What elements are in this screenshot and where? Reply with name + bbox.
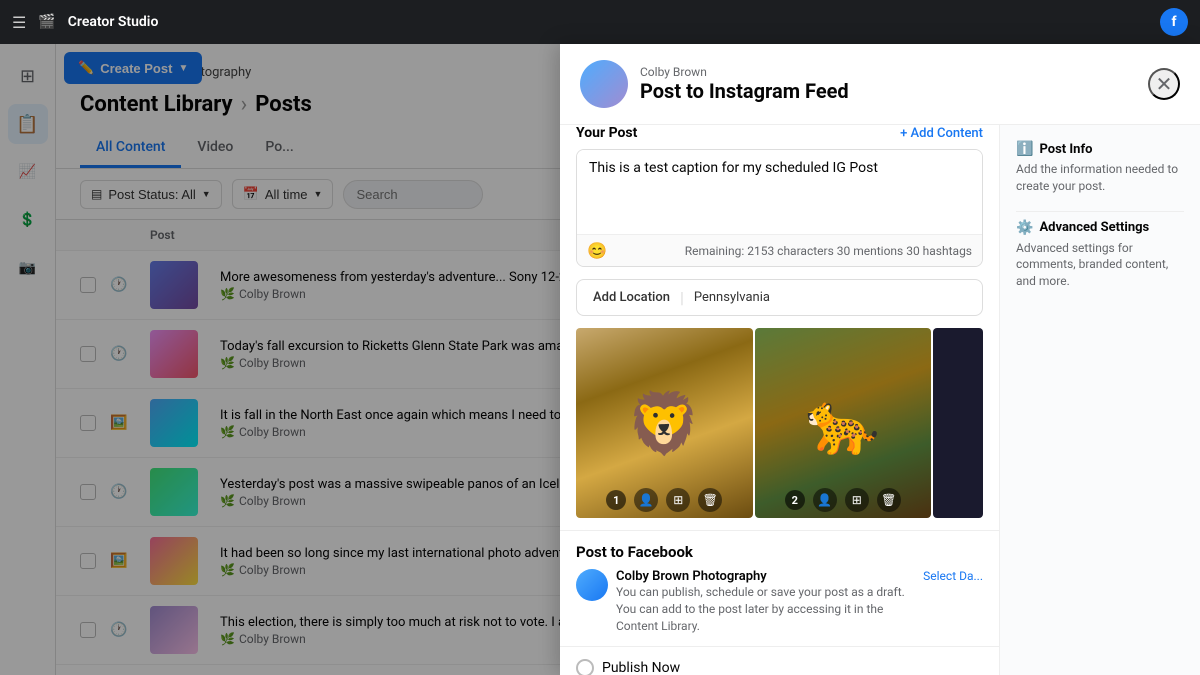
dark-image — [933, 328, 983, 518]
gallery-delete-btn-1[interactable]: 🗑 — [698, 488, 722, 512]
caption-textarea[interactable]: This is a test caption for my scheduled … — [577, 150, 982, 230]
gallery-person-btn-1[interactable]: 👤 — [634, 488, 658, 512]
top-navigation: ☰ 🎬 Creator Studio f — [0, 0, 1200, 44]
fb-page-name: Colby Brown Photography — [616, 569, 915, 584]
hamburger-icon[interactable]: ☰ — [12, 13, 26, 32]
gallery-item-2[interactable]: 2 👤 ⊞ 🗑 — [755, 328, 932, 518]
location-row[interactable]: Add Location | Pennsylvania — [576, 279, 983, 316]
modal-main-content: Your Post + Add Content This is a test c… — [560, 125, 1000, 675]
advanced-settings-header: ⚙️ Advanced Settings — [1016, 220, 1184, 236]
post-info-panel: ℹ️ Post Info Add the information needed … — [1016, 141, 1184, 195]
modal-close-button[interactable]: ✕ — [1148, 68, 1180, 100]
caption-box: This is a test caption for my scheduled … — [576, 149, 983, 267]
post-info-title: Post Info — [1039, 142, 1092, 157]
modal-user-avatar — [580, 60, 628, 108]
fb-icon[interactable]: f — [1160, 8, 1188, 36]
advanced-title: Advanced Settings — [1039, 220, 1149, 235]
gallery-controls-2: 2 👤 ⊞ 🗑 — [755, 488, 932, 512]
gallery-number-1: 1 — [606, 490, 626, 510]
fb-account-row: Colby Brown Photography You can publish,… — [576, 569, 983, 634]
modal-user-name: Colby Brown — [640, 65, 1136, 79]
app-title: Creator Studio — [68, 14, 159, 30]
gallery-item-1[interactable]: 1 👤 ⊞ 🗑 — [576, 328, 753, 518]
your-post-label: Your Post — [576, 125, 637, 141]
post-modal: Colby Brown Post to Instagram Feed ✕ You… — [560, 44, 1200, 675]
location-separator: | — [680, 288, 684, 307]
caption-footer: 😊 Remaining: 2153 characters 30 mentions… — [577, 234, 982, 266]
modal-body: Your Post + Add Content This is a test c… — [560, 125, 1200, 675]
app-logo: 🎬 — [38, 14, 55, 30]
close-icon: ✕ — [1156, 72, 1173, 97]
modal-right-panel: ℹ️ Post Info Add the information needed … — [1000, 125, 1200, 675]
fb-section-title: Post to Facebook — [576, 543, 983, 561]
gallery-crop-btn-2[interactable]: ⊞ — [845, 488, 869, 512]
publish-now-option[interactable]: Publish Now — [576, 659, 983, 675]
fb-page-desc: You can publish, schedule or save your p… — [616, 584, 915, 634]
location-value: Pennsylvania — [694, 290, 770, 305]
fb-avatar — [576, 569, 608, 601]
gallery-item-3[interactable] — [933, 328, 983, 518]
your-post-header: Your Post + Add Content — [576, 125, 983, 141]
post-info-desc: Add the information needed to create you… — [1016, 161, 1184, 195]
select-day-button[interactable]: Select Da... — [923, 569, 983, 583]
modal-header: Colby Brown Post to Instagram Feed ✕ — [560, 44, 1200, 125]
modal-title: Post to Instagram Feed — [640, 79, 1136, 103]
your-post-section: Your Post + Add Content This is a test c… — [560, 125, 999, 279]
emoji-icon[interactable]: 😊 — [587, 241, 607, 260]
gallery-delete-btn-2[interactable]: 🗑 — [877, 488, 901, 512]
publish-now-label: Publish Now — [602, 660, 680, 675]
add-location-button[interactable]: Add Location — [593, 290, 670, 305]
gallery-number-2: 2 — [785, 490, 805, 510]
advanced-settings-panel: ⚙️ Advanced Settings Advanced settings f… — [1016, 220, 1184, 290]
add-content-button[interactable]: + Add Content — [900, 126, 983, 141]
image-gallery: 1 👤 ⊞ 🗑 2 👤 ⊞ 🗑 — [576, 328, 983, 518]
gallery-crop-btn-1[interactable]: ⊞ — [666, 488, 690, 512]
publish-now-radio[interactable] — [576, 659, 594, 675]
fb-account-info: Colby Brown Photography You can publish,… — [616, 569, 915, 634]
advanced-desc: Advanced settings for comments, branded … — [1016, 240, 1184, 290]
info-icon: ℹ️ — [1016, 141, 1033, 157]
settings-icon: ⚙️ — [1016, 220, 1033, 236]
schedule-options: Publish Now Schedule 📅 Oct 26, 2020 🕐 — [560, 646, 999, 675]
fb-section: Post to Facebook Colby Brown Photography… — [560, 530, 999, 646]
gallery-person-btn-2[interactable]: 👤 — [813, 488, 837, 512]
gallery-controls-1: 1 👤 ⊞ 🗑 — [576, 488, 753, 512]
modal-title-group: Colby Brown Post to Instagram Feed — [640, 65, 1136, 103]
char-count: Remaining: 2153 characters 30 mentions 3… — [685, 244, 972, 258]
modal-overlay[interactable]: Colby Brown Post to Instagram Feed ✕ You… — [0, 44, 1200, 675]
post-info-header: ℹ️ Post Info — [1016, 141, 1184, 157]
